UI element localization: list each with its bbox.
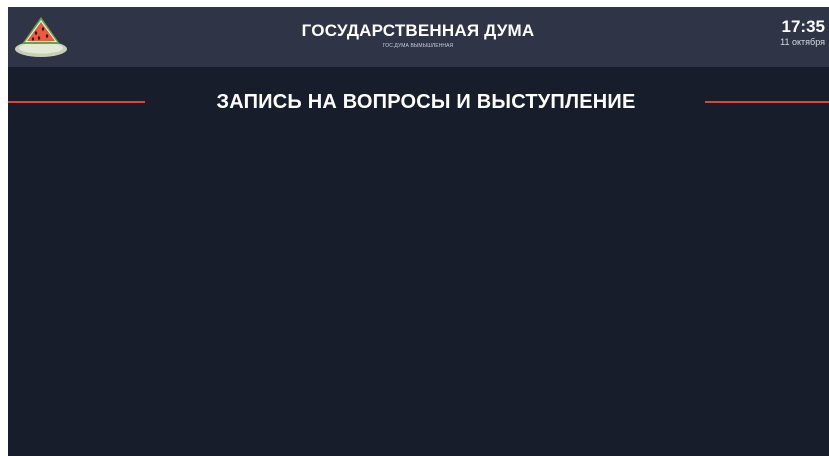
watermelon-icon — [12, 11, 70, 63]
heading-rule-left — [8, 101, 145, 103]
page-title: ГОСУДАРСТВЕННАЯ ДУМА — [301, 21, 535, 40]
display-screen: ГОСУДАРСТВЕННАЯ ДУМА ГОС.ДУМА ВЫМЫШЛЕННА… — [8, 7, 829, 456]
content-area — [8, 127, 829, 456]
header-title-block: ГОСУДАРСТВЕННАЯ ДУМА ГОС.ДУМА ВЫМЫШЛЕННА… — [188, 7, 648, 50]
heading-rule-right — [705, 101, 829, 103]
clock-date: 11 октября — [780, 37, 825, 47]
clock-time: 17:35 — [781, 17, 825, 36]
header-bar: ГОСУДАРСТВЕННАЯ ДУМА ГОС.ДУМА ВЫМЫШЛЕННА… — [8, 7, 829, 67]
page-subtitle: ГОС.ДУМА ВЫМЫШЛЕННАЯ — [382, 43, 454, 49]
clock: 17:35 11 октября — [780, 17, 825, 48]
section-heading: ЗАПИСЬ НА ВОПРОСЫ И ВЫСТУПЛЕНИЕ — [8, 87, 829, 117]
section-title: ЗАПИСЬ НА ВОПРОСЫ И ВЫСТУПЛЕНИЕ — [216, 91, 636, 113]
